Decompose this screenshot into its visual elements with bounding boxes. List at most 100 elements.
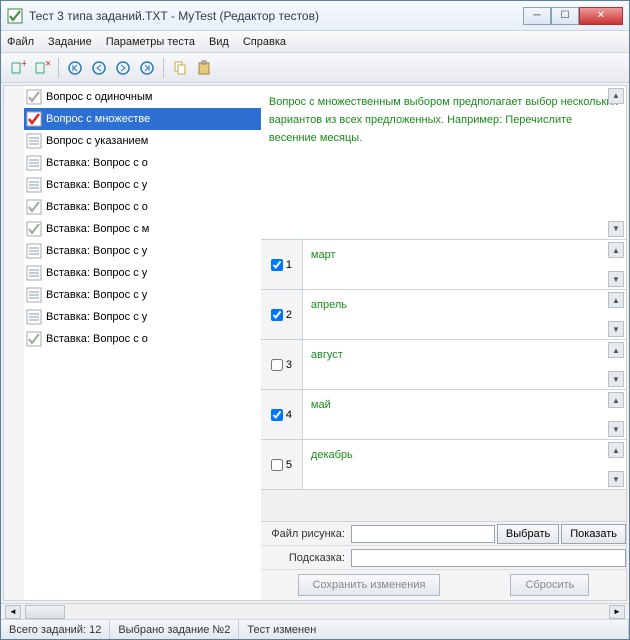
answer-text: август xyxy=(311,349,343,361)
nav-next-icon[interactable] xyxy=(112,57,134,79)
scroll-up-icon[interactable]: ▲ xyxy=(608,292,624,308)
tree-item[interactable]: Вставка: Вопрос с у xyxy=(24,240,261,262)
window-controls: ─ ☐ ✕ xyxy=(523,7,623,25)
tree-item[interactable]: Вставка: Вопрос с у xyxy=(24,262,261,284)
answer-number-cell: 5 xyxy=(261,440,303,489)
scroll-down-icon[interactable]: ▼ xyxy=(608,321,624,337)
scroll-down-icon[interactable]: ▼ xyxy=(608,371,624,387)
toolbar-separator xyxy=(58,58,59,78)
tree-item[interactable]: Вставка: Вопрос с у xyxy=(24,174,261,196)
scroll-up-icon[interactable]: ▲ xyxy=(608,392,624,408)
nav-prev-icon[interactable] xyxy=(88,57,110,79)
question-text: Вопрос с множественным выбором предполаг… xyxy=(269,96,618,144)
maximize-button[interactable]: ☐ xyxy=(551,7,579,25)
tree-item-label: Вставка: Вопрос с у xyxy=(46,311,147,323)
answer-checkbox[interactable] xyxy=(271,259,283,271)
right-panel: Вопрос с множественным выбором предполаг… xyxy=(261,86,626,600)
tree-item[interactable]: Вставка: Вопрос с о xyxy=(24,152,261,174)
scroll-down-icon[interactable]: ▼ xyxy=(608,271,624,287)
lines-icon xyxy=(26,287,42,303)
tree-item[interactable]: Вставка: Вопрос с м xyxy=(24,218,261,240)
scroll-down-icon[interactable]: ▼ xyxy=(608,221,624,237)
app-icon xyxy=(7,8,23,24)
image-file-input[interactable] xyxy=(351,525,495,543)
horizontal-scrollbar[interactable]: ◄ ► xyxy=(1,603,629,619)
svg-text:×: × xyxy=(45,60,50,70)
scroll-up-icon[interactable]: ▲ xyxy=(608,242,624,258)
left-gutter xyxy=(4,86,24,600)
lines-icon xyxy=(26,243,42,259)
paste-icon[interactable] xyxy=(193,57,215,79)
status-selected: Выбрано задание №2 xyxy=(110,620,239,639)
tree-add-icon[interactable]: + xyxy=(7,57,29,79)
left-panel: Вопрос с одиночным Вопрос с множестве Вопр… xyxy=(4,86,261,600)
tree-item[interactable]: Вставка: Вопрос с у xyxy=(24,284,261,306)
scroll-down-icon[interactable]: ▼ xyxy=(608,421,624,437)
nav-first-icon[interactable] xyxy=(64,57,86,79)
hint-input[interactable] xyxy=(351,549,626,567)
answer-text-area[interactable]: апрель ▲ ▼ xyxy=(303,290,626,339)
tree-item-label: Вопрос с одиночным xyxy=(46,91,152,103)
scroll-up-icon[interactable]: ▲ xyxy=(608,342,624,358)
hint-label: Подсказка: xyxy=(261,552,351,564)
answer-text-area[interactable]: август ▲ ▼ xyxy=(303,340,626,389)
answer-checkbox[interactable] xyxy=(271,359,283,371)
answer-number: 2 xyxy=(286,309,292,321)
scroll-right-icon[interactable]: ► xyxy=(609,605,625,619)
app-window: Тест 3 типа заданий.TXT - MyTest (Редакт… xyxy=(0,0,630,640)
nav-last-icon[interactable] xyxy=(136,57,158,79)
tree-item-label: Вставка: Вопрос с у xyxy=(46,245,147,257)
check-grey-icon xyxy=(26,89,42,105)
check-grey-icon xyxy=(26,221,42,237)
menu-file[interactable]: Файл xyxy=(7,36,34,48)
copy-icon[interactable] xyxy=(169,57,191,79)
tree-del-icon[interactable]: × xyxy=(31,57,53,79)
answer-text-area[interactable]: март ▲ ▼ xyxy=(303,240,626,289)
minimize-button[interactable]: ─ xyxy=(523,7,551,25)
reset-button[interactable]: Сбросить xyxy=(510,574,589,596)
show-button[interactable]: Показать xyxy=(561,524,626,544)
lines-icon xyxy=(26,155,42,171)
check-grey-icon xyxy=(26,199,42,215)
menubar: Файл Задание Параметры теста Вид Справка xyxy=(1,31,629,53)
tree-item[interactable]: Вопрос с указанием xyxy=(24,130,261,152)
tree-item[interactable]: Вопрос с множестве xyxy=(24,108,261,130)
scroll-left-icon[interactable]: ◄ xyxy=(5,605,21,619)
menu-help[interactable]: Справка xyxy=(243,36,286,48)
answer-row: 5декабрь▲▼ xyxy=(261,440,626,490)
scroll-up-icon[interactable]: ▲ xyxy=(608,442,624,458)
scroll-down-icon[interactable]: ▼ xyxy=(608,471,624,487)
scroll-thumb[interactable] xyxy=(25,605,65,619)
lines-icon xyxy=(26,265,42,281)
answer-text-area[interactable]: декабрь▲▼ xyxy=(303,440,626,489)
answer-number-cell: 3 xyxy=(261,340,303,389)
tree-item-label: Вопрос с указанием xyxy=(46,135,148,147)
answer-text-area[interactable]: май▲▼ xyxy=(303,390,626,439)
answer-checkbox[interactable] xyxy=(271,409,283,421)
tree-item[interactable]: Вставка: Вопрос с о xyxy=(24,196,261,218)
choose-button[interactable]: Выбрать xyxy=(497,524,559,544)
scroll-up-icon[interactable]: ▲ xyxy=(608,88,624,104)
menu-task[interactable]: Задание xyxy=(48,36,92,48)
svg-text:+: + xyxy=(21,60,26,70)
question-tree[interactable]: Вопрос с одиночным Вопрос с множестве Вопр… xyxy=(24,86,261,600)
tree-item-label: Вставка: Вопрос с у xyxy=(46,289,147,301)
answer-checkbox[interactable] xyxy=(271,459,283,471)
close-button[interactable]: ✕ xyxy=(579,7,623,25)
menu-test-params[interactable]: Параметры теста xyxy=(106,36,195,48)
statusbar: Всего заданий: 12 Выбрано задание №2 Тес… xyxy=(1,619,629,639)
toolbar: + × xyxy=(1,53,629,83)
answer-text: апрель xyxy=(311,299,347,311)
answer-number-cell: 4 xyxy=(261,390,303,439)
answer-text: март xyxy=(311,249,336,261)
tree-item-label: Вставка: Вопрос с о xyxy=(46,157,148,169)
tree-item[interactable]: Вставка: Вопрос с у xyxy=(24,306,261,328)
menu-view[interactable]: Вид xyxy=(209,36,229,48)
tree-item[interactable]: Вставка: Вопрос с о xyxy=(24,328,261,350)
tree-item[interactable]: Вопрос с одиночным xyxy=(24,86,261,108)
tree-item-label: Вставка: Вопрос с о xyxy=(46,201,148,213)
answer-checkbox[interactable] xyxy=(271,309,283,321)
save-changes-button[interactable]: Сохранить изменения xyxy=(298,574,441,596)
question-text-area[interactable]: Вопрос с множественным выбором предполаг… xyxy=(261,86,626,240)
tree-item-label: Вопрос с множестве xyxy=(46,113,150,125)
